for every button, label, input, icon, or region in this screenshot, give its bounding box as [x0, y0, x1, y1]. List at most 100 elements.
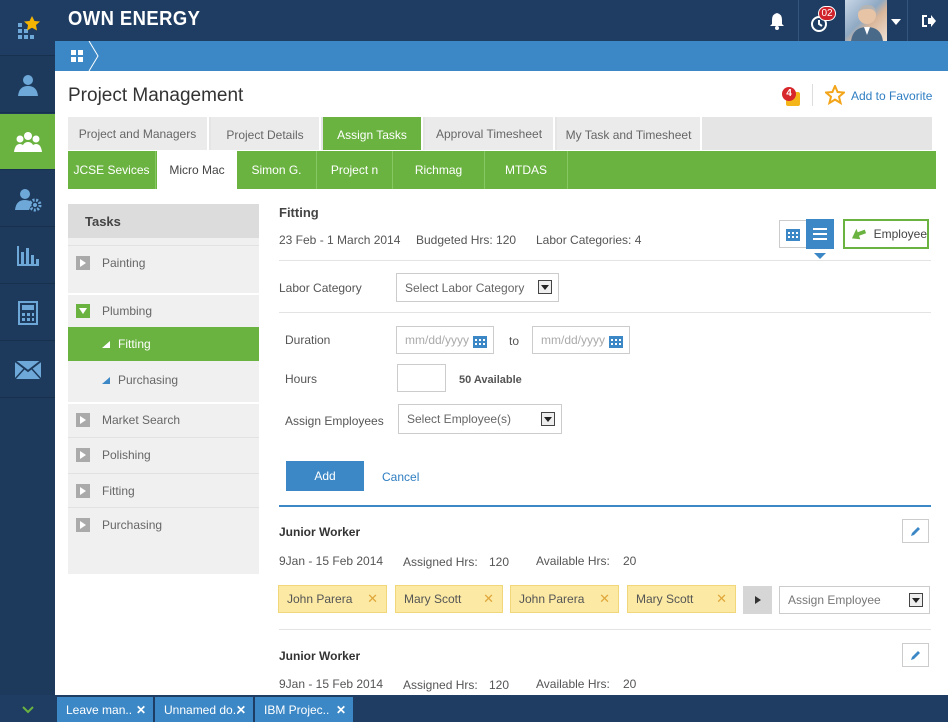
task-label: Painting — [102, 255, 146, 270]
task-label: Market Search — [102, 413, 181, 427]
tab-mtdas[interactable]: MTDAS — [485, 151, 568, 189]
collapse-arrow-icon[interactable] — [76, 304, 90, 318]
tab-simon-g[interactable]: Simon G. — [237, 151, 317, 189]
available-hours-value: 20 — [623, 677, 637, 691]
assign-employees-select[interactable]: Select Employee(s) — [398, 404, 562, 434]
employee-button[interactable]: Employee — [843, 219, 929, 249]
employee-button-label: Employee — [873, 227, 927, 241]
taskbar-tab[interactable]: Unnamed do.. ✕ — [155, 697, 253, 722]
star-icon[interactable] — [823, 83, 847, 108]
brand-logo: OWN ENERGY — [68, 8, 201, 30]
remove-chip-icon[interactable]: ✕ — [716, 591, 727, 607]
task-item[interactable]: Fitting — [68, 473, 259, 507]
logout-icon[interactable] — [920, 13, 936, 32]
taskbar-tab[interactable]: Leave man.. ✕ — [57, 697, 153, 722]
detail-dates: 23 Feb - 1 March 2014 — [279, 233, 401, 247]
team-icon[interactable] — [0, 114, 55, 170]
sidebar — [0, 0, 55, 695]
user-settings-icon[interactable] — [0, 171, 55, 227]
close-icon[interactable]: ✕ — [336, 703, 346, 717]
subtask-item-active[interactable]: Fitting — [68, 327, 259, 361]
employee-chip: Mary Scott ✕ — [395, 585, 503, 613]
cancel-link[interactable]: Cancel — [382, 470, 419, 484]
expand-arrow-icon[interactable] — [76, 413, 90, 427]
close-icon[interactable]: ✕ — [136, 703, 146, 717]
collapse-chevron-icon[interactable] — [22, 703, 34, 717]
chevron-down-icon[interactable] — [891, 15, 901, 29]
bell-icon[interactable] — [768, 12, 786, 33]
assign-employee-placeholder: Assign Employee — [788, 593, 881, 607]
tab-project-details[interactable]: Project Details — [211, 117, 321, 150]
dropdown-arrow-icon — [541, 412, 555, 426]
divider — [279, 312, 931, 313]
task-item[interactable]: Painting — [68, 245, 259, 279]
hours-input[interactable] — [397, 364, 446, 392]
pencil-icon — [910, 527, 920, 536]
subtask-item[interactable]: Purchasing — [68, 363, 259, 397]
chevron-right-icon — [754, 596, 761, 604]
add-button[interactable]: Add — [286, 461, 364, 491]
divider — [279, 629, 931, 630]
tab-my-task-timesheet[interactable]: My Task and Timesheet — [557, 117, 702, 150]
section-divider — [279, 505, 931, 507]
edit-button[interactable] — [902, 643, 929, 667]
chip-label: John Parera — [519, 592, 585, 606]
avatar[interactable] — [845, 0, 887, 41]
calendar-icon — [473, 336, 487, 348]
task-item[interactable]: Purchasing — [68, 507, 259, 541]
calendar-view-button[interactable] — [779, 220, 807, 248]
labor-category-select[interactable]: Select Labor Category — [396, 273, 559, 302]
duration-label: Duration — [285, 333, 331, 347]
end-date-placeholder: mm/dd/yyyy — [541, 333, 606, 347]
remove-chip-icon[interactable]: ✕ — [599, 591, 610, 607]
close-icon[interactable]: ✕ — [236, 703, 246, 717]
add-to-favorite-link[interactable]: Add to Favorite — [851, 89, 932, 103]
chip-label: Mary Scott — [404, 592, 462, 606]
more-chips-button[interactable] — [743, 586, 772, 614]
mail-icon[interactable] — [0, 342, 55, 398]
end-date-input[interactable]: mm/dd/yyyy — [532, 326, 630, 354]
list-view-button[interactable] — [806, 219, 834, 249]
subtask-label: Purchasing — [118, 373, 179, 387]
task-item[interactable]: Polishing — [68, 437, 259, 471]
remove-chip-icon[interactable]: ✕ — [483, 591, 494, 607]
assigned-hours-label: Assigned Hrs: — [403, 555, 478, 569]
tab-assign-tasks[interactable]: Assign Tasks — [323, 117, 423, 150]
employee-chip: Mary Scott ✕ — [627, 585, 736, 613]
tab-micro-mac[interactable]: Micro Mac — [157, 151, 237, 189]
expand-arrow-icon[interactable] — [76, 447, 90, 462]
task-item[interactable]: Plumbing — [68, 293, 259, 327]
calendar-icon — [609, 336, 623, 348]
taskbar-tab[interactable]: IBM Projec.. ✕ — [255, 697, 353, 722]
expand-arrow-icon[interactable] — [76, 517, 90, 532]
start-date-input[interactable]: mm/dd/yyyy — [396, 326, 494, 354]
task-label: Fitting — [102, 483, 135, 498]
calculator-icon[interactable] — [0, 285, 55, 341]
tab-richmag[interactable]: Richmag — [393, 151, 485, 189]
tab-project-managers[interactable]: Project and Managers — [68, 117, 209, 150]
expand-arrow-icon[interactable] — [76, 483, 90, 498]
task-item[interactable]: Market Search — [68, 402, 259, 436]
available-hours-value: 20 — [623, 554, 637, 568]
hours-label: Hours — [285, 372, 318, 386]
assign-employee-select[interactable]: Assign Employee — [779, 586, 930, 614]
taskbar-tab-label: Leave man.. — [66, 702, 133, 717]
worker-title: Junior Worker — [279, 525, 361, 539]
assign-employees-label: Assign Employees — [285, 414, 384, 428]
user-icon[interactable] — [0, 57, 55, 113]
labor-category-value: Select Labor Category — [405, 280, 525, 295]
tab-jcse-sevices[interactable]: JCSE Sevices — [68, 151, 156, 189]
task-label: Purchasing — [102, 517, 163, 532]
dashboard-star-icon[interactable] — [0, 0, 55, 56]
budgeted-hours: Budgeted Hrs: 120 — [416, 233, 517, 247]
tab-project-n[interactable]: Project n — [317, 151, 393, 189]
chart-icon[interactable] — [0, 228, 55, 284]
tab-approval-timesheet[interactable]: Approval Timesheet — [425, 117, 555, 150]
expand-arrow-icon[interactable] — [76, 255, 90, 270]
employee-chip: John Parera ✕ — [278, 585, 387, 613]
edit-button[interactable] — [902, 519, 929, 543]
divider — [798, 0, 799, 41]
page-title: Project Management — [68, 85, 244, 106]
assigned-hours-value: 120 — [489, 555, 510, 569]
remove-chip-icon[interactable]: ✕ — [367, 591, 378, 607]
